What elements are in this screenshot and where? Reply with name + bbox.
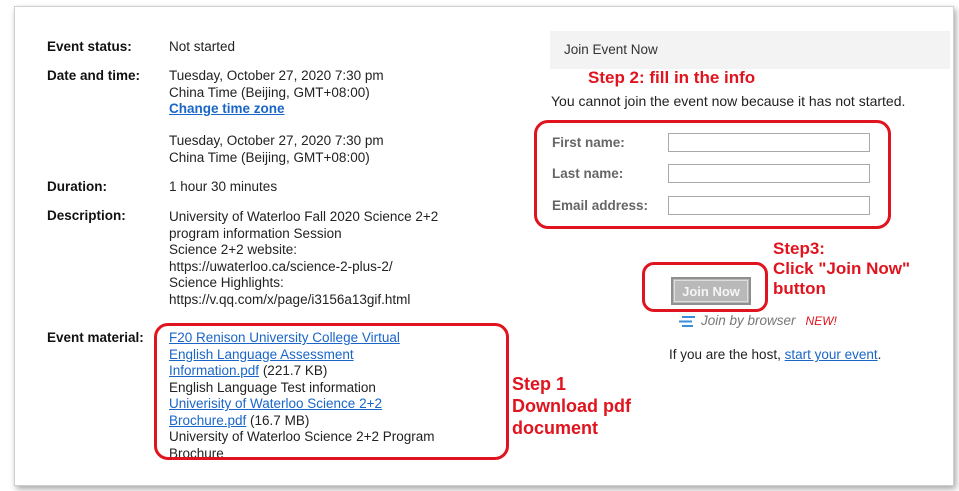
join-by-browser-label: Join by browser <box>701 313 796 328</box>
host-text: If you are the host, <box>669 347 785 362</box>
description-line: Science 2+2 website: <box>169 242 297 257</box>
date-time2-line2: China Time (Beijing, GMT+08:00) <box>169 149 370 165</box>
join-notice: You cannot join the event now because it… <box>551 93 906 109</box>
event-status-label: Event status: <box>47 39 132 54</box>
start-event-link[interactable]: start your event <box>785 347 878 362</box>
date-time-value: Tuesday, October 27, 2020 7:30 pm China … <box>169 68 384 118</box>
duration-value: 1 hour 30 minutes <box>169 179 278 194</box>
event-material-label: Event material: <box>47 330 144 345</box>
step3-line: Step3: <box>773 239 825 258</box>
step1-line: Step 1 <box>512 374 567 394</box>
date-time2-line1: Tuesday, October 27, 2020 7:30 pm <box>169 133 384 148</box>
step3-annotation: Step3: Click "Join Now" button <box>773 239 910 299</box>
description-line: University of Waterloo Fall 2020 Science… <box>169 209 439 224</box>
date-time-line2: China Time (Beijing, GMT+08:00) <box>169 84 370 100</box>
browser-icon <box>679 315 695 327</box>
description-value: University of Waterloo Fall 2020 Science… <box>169 209 438 308</box>
step3-line: button <box>773 279 826 298</box>
first-name-input[interactable] <box>668 133 870 152</box>
description-line: Science Highlights: <box>169 275 284 290</box>
date-time-local: Tuesday, October 27, 2020 7:30 pm China … <box>169 133 384 166</box>
step1-annotation: Step 1 Download pdf document <box>512 373 631 439</box>
first-name-label: First name: <box>552 135 625 150</box>
date-time-line1: Tuesday, October 27, 2020 7:30 pm <box>169 68 384 83</box>
join-by-browser-link[interactable]: Join by browser NEW! <box>679 313 837 328</box>
step1-line: Download pdf <box>512 396 631 416</box>
event-status-value: Not started <box>169 39 236 54</box>
email-label: Email address: <box>552 198 649 213</box>
date-time-label: Date and time: <box>47 68 141 83</box>
step3-line: Click "Join Now" <box>773 259 911 278</box>
join-now-button[interactable]: Join Now <box>671 277 751 305</box>
host-end: . <box>877 347 882 362</box>
last-name-label: Last name: <box>552 166 624 181</box>
new-badge: NEW! <box>805 313 837 328</box>
join-panel-header: Join Event Now <box>550 31 950 69</box>
email-input[interactable] <box>668 196 870 215</box>
description-line: https://uwaterloo.ca/science-2-plus-2/ <box>169 258 393 274</box>
duration-label: Duration: <box>47 179 107 194</box>
step1-line: document <box>512 418 599 438</box>
description-line: program information Session <box>169 225 342 241</box>
description-label: Description: <box>47 208 126 223</box>
last-name-input[interactable] <box>668 164 870 183</box>
step2-annotation: Step 2: fill in the info <box>588 68 756 87</box>
host-line: If you are the host, start your event. <box>669 347 881 364</box>
step1-highlight-box <box>154 323 509 460</box>
event-info-page: Event status: Not started Date and time:… <box>14 6 954 486</box>
change-time-zone-link[interactable]: Change time zone <box>169 101 285 116</box>
description-line: https://v.qq.com/x/page/i3156a13gif.html <box>169 291 411 307</box>
